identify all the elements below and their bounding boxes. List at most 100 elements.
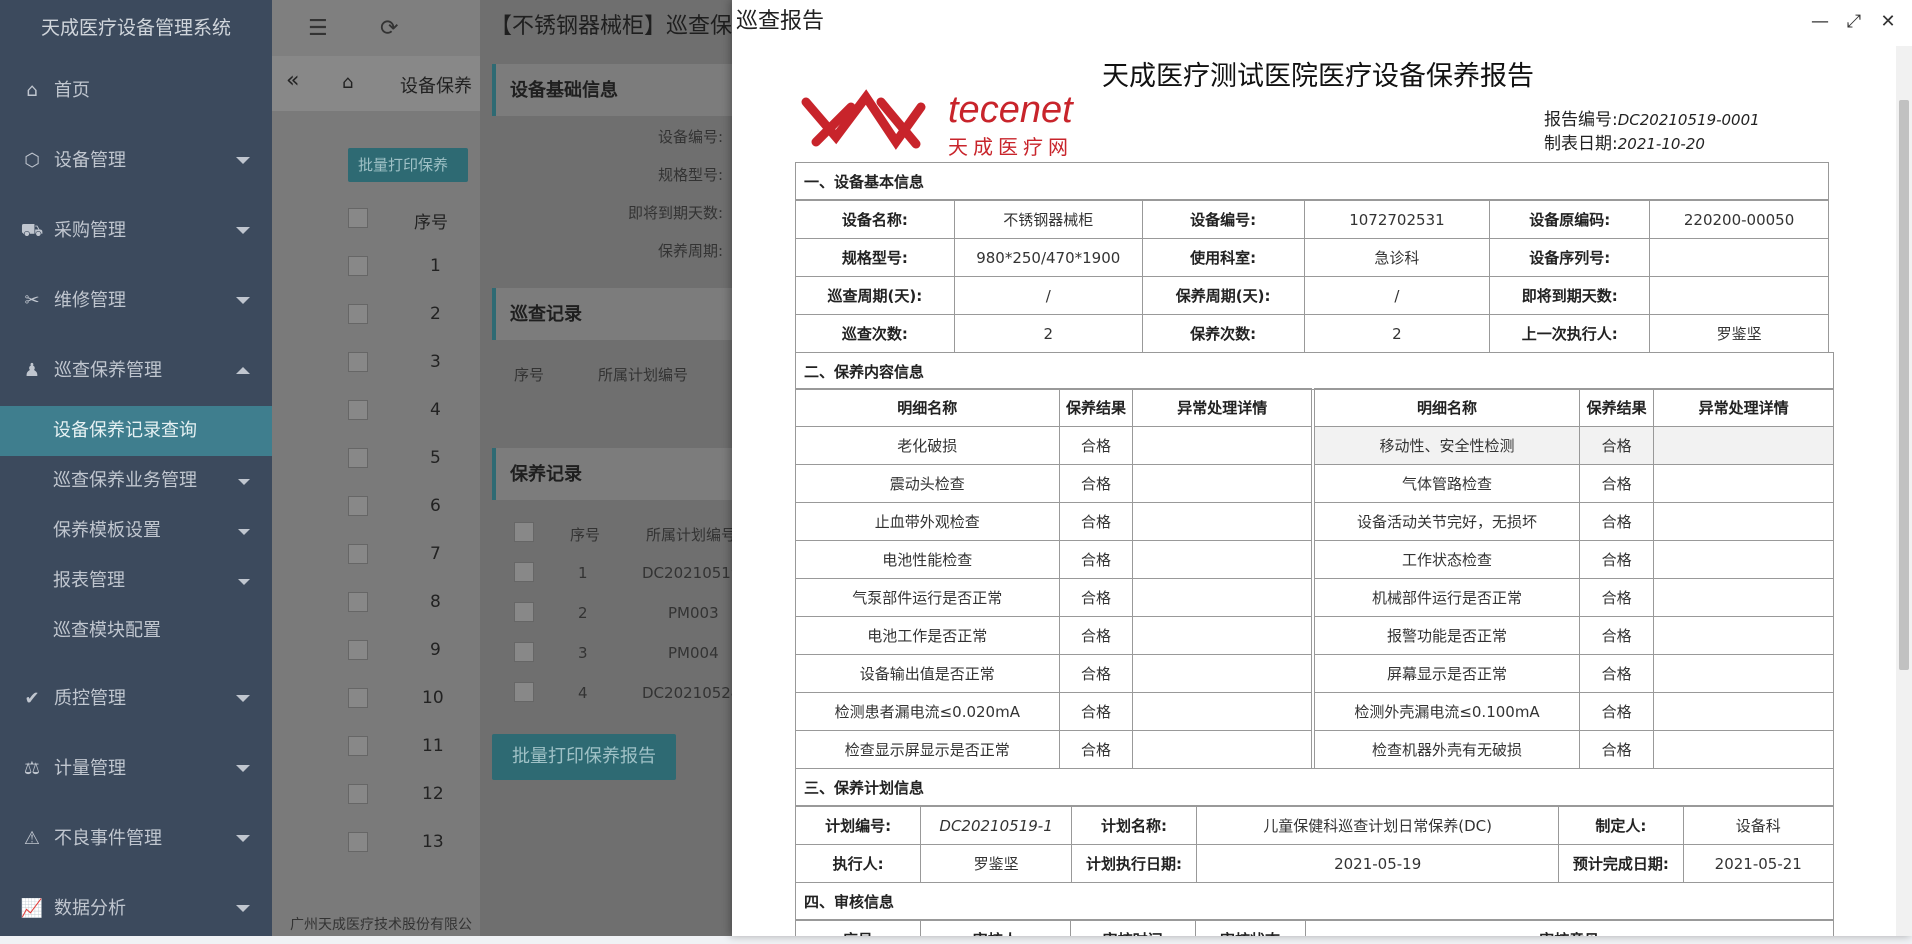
field-label: 上一次执行人: — [1489, 314, 1651, 353]
row-checkbox[interactable] — [348, 832, 368, 852]
table-row: 止血带外观检查 合格 — [795, 502, 1312, 541]
field-label: 保养周期: — [658, 242, 724, 260]
item-exception — [1653, 540, 1834, 579]
row-index: 13 — [422, 832, 444, 852]
table-row: 设备名称: 不锈钢器械柜 设备编号: 1072702531 设备原编码: 220200-0… — [795, 200, 1829, 239]
item-result: 合格 — [1579, 540, 1655, 579]
row-checkbox[interactable] — [514, 642, 534, 662]
row-checkbox[interactable] — [348, 640, 368, 660]
field-value: 儿童保健科巡查计划日常保养(DC) — [1196, 806, 1560, 845]
column-header: 保养结果 — [1579, 388, 1655, 427]
chevron-down-icon — [238, 529, 250, 535]
select-all-checkbox[interactable] — [348, 208, 368, 228]
row-checkbox[interactable] — [348, 592, 368, 612]
sidebar-subitem[interactable]: 设备保养记录查询 — [0, 406, 272, 456]
table-row: 屏幕显示是否正常 合格 — [1313, 654, 1834, 693]
sidebar-subitem-label: 巡查保养业务管理 — [53, 470, 197, 491]
item-name: 检查机器外壳有无破损 — [1313, 730, 1581, 769]
column-header: 审核人 — [919, 920, 1071, 936]
sidebar-item-label: 质控管理 — [54, 688, 126, 709]
tabs-back-icon[interactable]: « — [286, 68, 299, 93]
row-checkbox[interactable] — [514, 562, 534, 582]
table-row: 规格型号: 980*250/470*1900 使用科室: 急诊科 设备序列号: — [795, 238, 1829, 277]
minimize-icon[interactable]: — — [1810, 11, 1830, 32]
report-scrollbar[interactable] — [1896, 46, 1912, 936]
item-name: 老化破损 — [795, 426, 1060, 465]
row-checkbox[interactable] — [348, 304, 368, 324]
table-row: 设备输出值是否正常 合格 — [795, 654, 1312, 693]
sidebar-item[interactable]: ⬡ 设备管理 — [0, 126, 272, 196]
sidebar-item[interactable]: ⛟ 采购管理 — [0, 196, 272, 266]
scrollbar-thumb[interactable] — [1899, 100, 1909, 670]
maximize-icon[interactable]: ⤢ — [1844, 11, 1864, 32]
column-header: 序号 — [795, 920, 921, 936]
sidebar-subitem[interactable]: 巡查保养业务管理 — [0, 456, 272, 506]
table-row: 检查显示屏显示是否正常 合格 — [795, 730, 1312, 769]
batch-print-report-button[interactable]: 批量打印保养报告 — [492, 734, 676, 780]
item-exception — [1132, 616, 1312, 655]
column-header: 明细名称 — [1313, 388, 1581, 427]
row-checkbox[interactable] — [348, 400, 368, 420]
item-exception — [1653, 426, 1834, 465]
warning-icon: ⚠ — [23, 828, 41, 849]
row-checkbox[interactable] — [348, 448, 368, 468]
row-checkbox[interactable] — [348, 256, 368, 276]
scale-icon: ⚖ — [23, 758, 41, 779]
close-icon[interactable]: ✕ — [1878, 11, 1898, 32]
row-checkbox[interactable] — [348, 496, 368, 516]
row-index: 7 — [430, 544, 441, 564]
menu-collapse-icon[interactable]: ☰ — [308, 16, 328, 41]
sidebar-subitem[interactable]: 巡查模块配置 — [0, 606, 272, 656]
item-exception — [1132, 464, 1312, 503]
row-checkbox[interactable] — [348, 688, 368, 708]
wrench-icon: ✂ — [24, 290, 40, 311]
sidebar-item[interactable]: 📈 数据分析 — [0, 874, 272, 944]
row-checkbox[interactable] — [514, 602, 534, 622]
item-result: 合格 — [1058, 540, 1134, 579]
row-checkbox[interactable] — [348, 544, 368, 564]
item-exception — [1653, 616, 1834, 655]
report-title: 天成医疗测试医院医疗设备保养报告 — [1102, 61, 1534, 92]
chart-icon: 📈 — [20, 898, 44, 919]
plan-table: 计划编号: DC20210519-1 计划名称: 儿童保健科巡查计划日常保养(DC) 制… — [794, 806, 1835, 883]
field-label: 计划执行日期: — [1070, 844, 1198, 883]
row-checkbox[interactable] — [348, 784, 368, 804]
chevron-down-icon — [238, 479, 250, 485]
sidebar-subitem[interactable]: 保养模板设置 — [0, 506, 272, 556]
sidebar-item[interactable]: ⚖ 计量管理 — [0, 734, 272, 804]
sidebar-subitem[interactable]: 报表管理 — [0, 556, 272, 606]
row-checkbox[interactable] — [514, 682, 534, 702]
content-table-left: 明细名称 保养结果 异常处理详情 老化破损 合格 震动头检查 合格 止血带外观检查 合格 电池性能… — [795, 388, 1312, 769]
table-row: 工作状态检查 合格 — [1313, 540, 1834, 579]
detail-panel: 【不锈钢器械柜】巡查保 设备基础信息 设备编号: 规格型号: 即将到期天数: 保… — [480, 0, 740, 936]
row-checkbox[interactable] — [348, 352, 368, 372]
col-header: 序号 — [514, 366, 545, 384]
row-checkbox[interactable] — [348, 736, 368, 756]
column-header: 异常处理详情 — [1653, 388, 1834, 427]
sidebar-item[interactable]: ✔ 质控管理 — [0, 664, 272, 734]
table-row: 设备活动关节完好，无损坏 合格 — [1313, 502, 1834, 541]
refresh-icon[interactable]: ⟳ — [380, 16, 398, 41]
item-name: 检测患者漏电流≤0.020mA — [795, 692, 1060, 731]
table-row: 电池工作是否正常 合格 — [795, 616, 1312, 655]
item-exception — [1653, 502, 1834, 541]
report-no-label: 报告编号: — [1544, 110, 1618, 130]
sidebar-item[interactable]: ♟ 巡查保养管理 — [0, 336, 272, 406]
tab-maintenance[interactable]: 设备保养 — [400, 72, 472, 98]
select-all-checkbox[interactable] — [514, 522, 534, 542]
row-index: 11 — [422, 736, 444, 756]
table-header-row: 序号审核人审核时间审核状态审核意见 — [795, 920, 1834, 936]
sidebar-item-label: 设备管理 — [54, 150, 126, 171]
sidebar-item[interactable]: ⚠ 不良事件管理 — [0, 804, 272, 874]
row-plan-code: PM003 — [668, 604, 719, 622]
sidebar-item-label: 维修管理 — [54, 290, 126, 311]
row-index: 6 — [430, 496, 441, 516]
item-name: 屏幕显示是否正常 — [1313, 654, 1581, 693]
sidebar-item[interactable]: ⌂ 首页 — [0, 56, 272, 126]
item-result: 合格 — [1058, 578, 1134, 617]
batch-print-button[interactable]: 批量打印保养 — [348, 148, 468, 182]
chevron-up-icon — [236, 367, 250, 374]
home-tab-icon[interactable]: ⌂ — [342, 72, 353, 93]
sidebar-item[interactable]: ✂ 维修管理 — [0, 266, 272, 336]
item-result: 合格 — [1058, 502, 1134, 541]
